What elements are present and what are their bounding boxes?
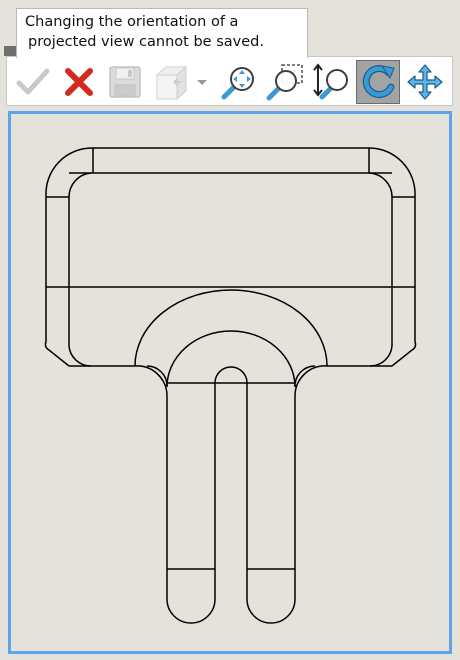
rotate-icon	[362, 65, 395, 99]
view-toolbar	[6, 56, 453, 106]
chevron-down-icon[interactable]	[196, 77, 208, 87]
tooltip: Changing the orientation of a projected …	[16, 8, 308, 58]
outer-arch	[134, 289, 328, 367]
projected-view-drawing	[44, 147, 417, 624]
pan-icon	[407, 64, 443, 100]
view-orientation-button[interactable]	[149, 60, 211, 104]
zoom-in-out-button[interactable]	[309, 60, 353, 104]
graphics-viewport[interactable]	[8, 111, 452, 654]
pan-button[interactable]	[403, 60, 447, 104]
outer-top-right-fillet	[368, 147, 416, 197]
inner-arch	[166, 330, 296, 388]
cube-view-icon	[155, 65, 188, 101]
close-icon	[65, 68, 93, 96]
zoom-to-area-button[interactable]	[263, 60, 307, 104]
checkmark-icon	[16, 68, 50, 95]
save-button[interactable]	[103, 60, 147, 104]
outer-top-left-fillet	[45, 147, 94, 197]
zoom-area-icon	[266, 64, 303, 101]
right-leg-bottom	[246, 598, 296, 624]
save-icon	[109, 66, 141, 98]
cancel-button[interactable]	[57, 60, 101, 104]
rotate-button[interactable]	[356, 60, 400, 104]
tooltip-line-1: Changing the orientation of a	[25, 14, 239, 30]
left-leg-bottom	[166, 598, 216, 624]
zoom-to-fit-button[interactable]	[217, 60, 261, 104]
ok-button[interactable]	[11, 60, 55, 104]
zoom-fit-icon	[221, 67, 254, 100]
zoom-in-out-icon	[313, 63, 348, 100]
tooltip-line-2: projected view cannot be saved.	[28, 34, 264, 50]
